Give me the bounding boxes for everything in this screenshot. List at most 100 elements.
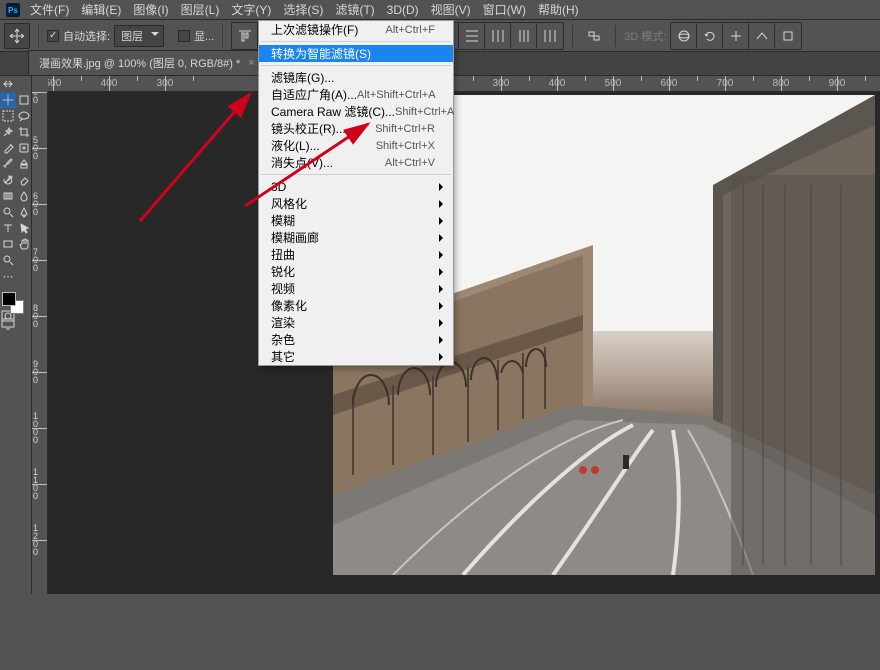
move-tool-icon[interactable] [0, 92, 16, 108]
filter-menu-item[interactable]: 锐化 [259, 263, 453, 280]
ruler-tick-label: 4 0 0 [33, 92, 38, 104]
filter-menu-item[interactable]: 消失点(V)... Alt+Ctrl+V [259, 154, 453, 171]
filter-menu-item[interactable]: 滤镜库(G)... [259, 69, 453, 86]
filter-menu-item[interactable]: 扭曲 [259, 246, 453, 263]
filter-menu-item[interactable]: 渲染 [259, 314, 453, 331]
ruler-tick-label: 7 0 0 [33, 248, 38, 272]
filter-menu-item[interactable]: 模糊 [259, 212, 453, 229]
type-tool-icon[interactable] [0, 220, 16, 236]
filter-menu-item[interactable]: 杂色 [259, 331, 453, 348]
filter-menu-item[interactable]: 3D [259, 178, 453, 195]
history-brush-tool-icon[interactable] [0, 172, 16, 188]
menu-type[interactable]: 文字(Y) [225, 0, 277, 20]
menubar: Ps 文件(F) 编辑(E) 图像(I) 图层(L) 文字(Y) 选择(S) 滤… [0, 0, 880, 20]
filter-menu-item-shortcut: Alt+Shift+Ctrl+A [357, 89, 436, 101]
ruler-tick-label: 9 0 0 [33, 360, 38, 384]
zoom-tool-icon[interactable] [0, 252, 16, 268]
ruler-tick-label: 5 0 0 [33, 136, 38, 160]
dist-right-icon[interactable] [537, 23, 563, 49]
showtransform-checkbox[interactable] [178, 30, 190, 42]
filter-menu-item-label: 渲染 [271, 314, 295, 331]
close-icon[interactable]: × [248, 57, 254, 69]
autoselect-dropdown[interactable]: 图层 [114, 25, 164, 47]
menu-image[interactable]: 图像(I) [127, 0, 174, 20]
filter-menu-item[interactable]: 其它 [259, 348, 453, 365]
brush-tool-icon[interactable] [0, 156, 16, 172]
autoselect-checkbox[interactable] [47, 30, 59, 42]
color-swatches[interactable] [0, 290, 32, 314]
3d-pan-icon[interactable] [723, 23, 749, 49]
canvas-area[interactable] [48, 92, 880, 594]
dodge-tool-icon[interactable] [0, 204, 16, 220]
filter-menu-item[interactable]: 视频 [259, 280, 453, 297]
3d-slide-icon[interactable] [749, 23, 775, 49]
path-select-tool-icon[interactable] [16, 220, 32, 236]
filter-menu-item[interactable]: 镜头校正(R)...Shift+Ctrl+R [259, 120, 453, 137]
filter-menu-item[interactable]: 风格化 [259, 195, 453, 212]
filter-menu-item-label: 风格化 [271, 195, 307, 212]
filter-menu-item-shortcut: Shift+Ctrl+A [395, 106, 454, 118]
dist-left-icon[interactable] [485, 23, 511, 49]
filter-menu-item-label: 3D [271, 180, 286, 194]
marquee-tool-icon[interactable] [0, 108, 16, 124]
fg-color-swatch[interactable] [2, 292, 16, 306]
clone-tool-icon[interactable] [16, 156, 32, 172]
pen-tool-icon[interactable] [16, 204, 32, 220]
menu-file[interactable]: 文件(F) [24, 0, 75, 20]
ruler-tick-label: 400 [549, 78, 566, 89]
3d-scale-icon[interactable] [775, 23, 801, 49]
ruler-tick-label: 1 1 0 0 [33, 468, 38, 500]
blur-tool-icon[interactable] [16, 188, 32, 204]
screenmode-icon[interactable] [0, 316, 16, 332]
gradient-tool-icon[interactable] [0, 188, 16, 204]
3d-orbit-icon[interactable] [671, 23, 697, 49]
artboard-tool-icon[interactable] [16, 92, 32, 108]
menu-separator [261, 65, 451, 66]
filter-menu-item[interactable]: 上次滤镜操作(F)Alt+Ctrl+F [259, 21, 453, 38]
filter-menu-item[interactable]: 像素化 [259, 297, 453, 314]
edit-toolbar-icon[interactable]: ⋯ [0, 268, 16, 284]
filter-menu-item-label: 滤镜库(G)... [271, 69, 334, 86]
empty [16, 76, 32, 92]
eyedropper-tool-icon[interactable] [0, 140, 16, 156]
menu-edit[interactable]: 编辑(E) [75, 0, 127, 20]
eraser-tool-icon[interactable] [16, 172, 32, 188]
3d-roll-icon[interactable] [697, 23, 723, 49]
filter-menu-item[interactable]: 自适应广角(A)...Alt+Shift+Ctrl+A [259, 86, 453, 103]
expand-handle-icon[interactable] [0, 76, 16, 92]
menu-select[interactable]: 选择(S) [277, 0, 329, 20]
menu-view[interactable]: 视图(V) [425, 0, 477, 20]
menu-filter[interactable]: 滤镜(T) [329, 0, 380, 20]
rect-tool-icon[interactable] [0, 236, 16, 252]
dist-bottom-icon[interactable] [459, 23, 485, 49]
auto-align-icon[interactable] [581, 23, 607, 49]
empty [16, 252, 32, 268]
tool-strip: ⋯ [0, 76, 32, 594]
filter-menu-item-label: 模糊画廊 [271, 229, 319, 246]
menu-help[interactable]: 帮助(H) [532, 0, 585, 20]
filter-menu-item-label: 消失点(V)... [271, 154, 333, 171]
filter-menu-item[interactable]: Camera Raw 滤镜(C)...Shift+Ctrl+A [259, 103, 453, 120]
menu-layer[interactable]: 图层(L) [175, 0, 226, 20]
wand-tool-icon[interactable] [0, 124, 16, 140]
filter-menu-item-label: 模糊 [271, 212, 295, 229]
hand-tool-icon[interactable] [16, 236, 32, 252]
filter-menu-item[interactable]: 转换为智能滤镜(S) [259, 45, 453, 62]
crop-tool-icon[interactable] [16, 124, 32, 140]
lasso-tool-icon[interactable] [16, 108, 32, 124]
menu-3d[interactable]: 3D(D) [381, 0, 425, 20]
ruler-tick-label: 600 [661, 78, 678, 89]
menu-window[interactable]: 窗口(W) [477, 0, 532, 20]
spot-heal-tool-icon[interactable] [16, 140, 32, 156]
document-tab[interactable]: 漫画效果.jpg @ 100% (图层 0, RGB/8#) * × [28, 50, 266, 75]
ruler-tick-label: 800 [773, 78, 790, 89]
filter-menu-item-shortcut: Alt+Ctrl+V [385, 157, 435, 169]
filter-menu-item[interactable]: 液化(L)...Shift+Ctrl+X [259, 137, 453, 154]
move-tool-icon[interactable] [4, 23, 30, 49]
filter-menu-item[interactable]: 模糊画廊 [259, 229, 453, 246]
align-top-icon[interactable] [232, 23, 258, 49]
vertical-ruler: 4 0 05 0 06 0 07 0 08 0 09 0 01 0 0 01 1… [32, 92, 48, 594]
filter-menu-item-label: 锐化 [271, 263, 295, 280]
app-logo: Ps [6, 3, 20, 17]
dist-hcenter-icon[interactable] [511, 23, 537, 49]
